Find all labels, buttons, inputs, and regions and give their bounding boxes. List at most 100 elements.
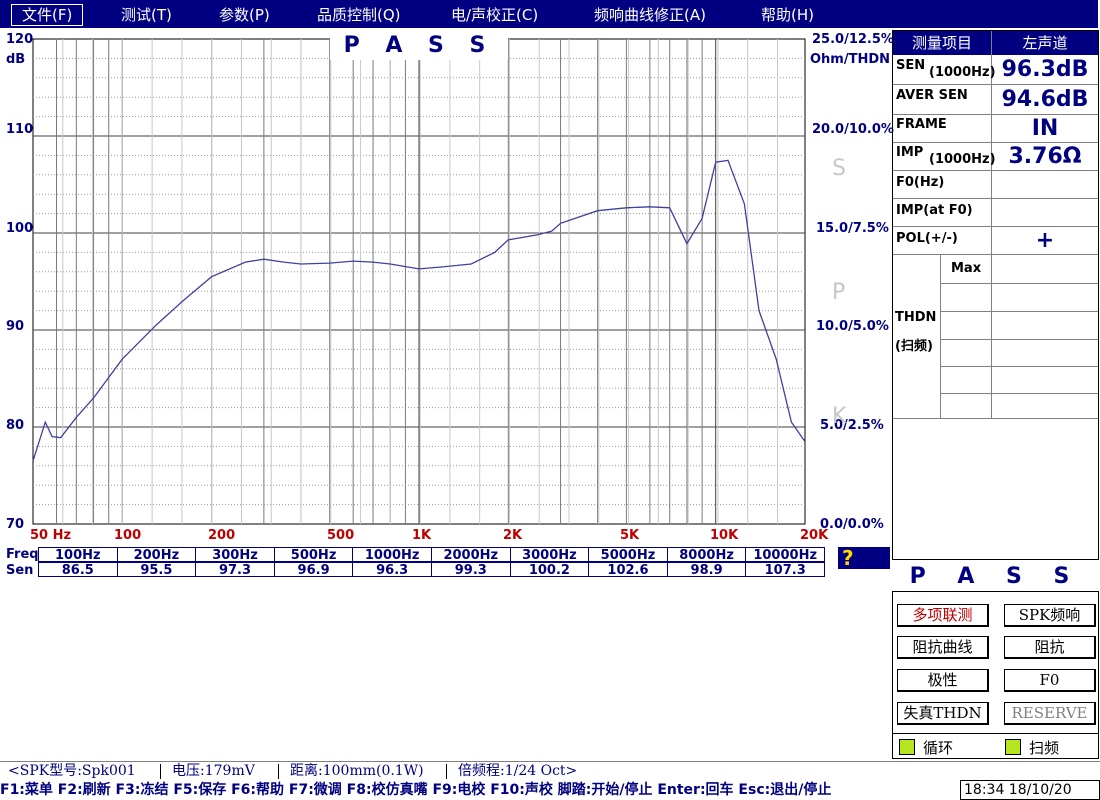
loop-toggle[interactable]: 循环 <box>899 737 953 758</box>
thdn-sweep-label: (扫频) <box>895 339 933 354</box>
sen-cell: 107.3 <box>745 562 825 578</box>
freq-cell: 8000Hz <box>666 547 747 563</box>
right-tick-5: 5.0/2.5% <box>820 418 884 433</box>
imp-sub-label: (1000Hz) <box>929 152 996 167</box>
sweep-label: 扫频 <box>1029 739 1060 757</box>
aver-sen-value: 94.6dB <box>1001 87 1089 112</box>
thdn-label: THDN <box>895 310 937 325</box>
sen-cell: 97.3 <box>195 562 275 578</box>
menu-curve-correction[interactable]: 频响曲线修正(A) <box>594 5 706 25</box>
f0-label: F0(Hz) <box>896 175 945 190</box>
freq-cell: 10000Hz <box>745 547 825 563</box>
panel-header-channel: 左声道 <box>992 31 1098 55</box>
y-tick-110: 110 <box>6 122 34 137</box>
reserve-button[interactable]: RESERVE <box>1004 702 1096 725</box>
row-imp: IMP (1000Hz) 3.76Ω <box>893 143 1098 171</box>
sen-cell: 98.9 <box>666 562 747 578</box>
thdn-button[interactable]: 失真THDN <box>897 702 989 725</box>
sen-label: SEN <box>896 58 926 73</box>
menu-test[interactable]: 测试(T) <box>121 5 172 25</box>
ghost-letter-k: K <box>832 404 847 429</box>
impedance-curve-button[interactable]: 阻抗曲线 <box>897 636 989 659</box>
impedance-button[interactable]: 阻抗 <box>1004 636 1096 659</box>
spk-response-button[interactable]: SPK频响 <box>1004 604 1096 627</box>
row-f0: F0(Hz) <box>893 171 1098 199</box>
status-octave: 倍频程:1/24 Oct> <box>458 763 578 779</box>
sweep-toggle[interactable]: 扫频 <box>1005 737 1059 758</box>
sen-cell: 100.2 <box>509 562 590 578</box>
row-sen: SEN (1000Hz) 96.3dB <box>893 55 1098 85</box>
menu-quality-control[interactable]: 品质控制(Q) <box>317 5 401 25</box>
pass-indicator: P A S S <box>330 32 508 60</box>
row-aver-sen: AVER SEN 94.6dB <box>893 85 1098 115</box>
aver-sen-label: AVER SEN <box>896 88 968 103</box>
menu-calibration[interactable]: 电/声校正(C) <box>451 5 538 25</box>
loop-checkbox[interactable] <box>899 739 915 755</box>
right-unit-label: Ohm/THDN <box>810 52 891 67</box>
function-key-hints: F1:菜单 F2:刷新 F3:冻结 F5:保存 F6:帮助 F7:微调 F8:校… <box>0 781 960 800</box>
function-button-panel: 多项联测 SPK频响 阻抗曲线 阻抗 极性 F0 失真THDN RESERVE … <box>892 591 1099 759</box>
freq-cell: 100Hz <box>38 547 118 563</box>
x-tick-100: 100 <box>114 528 142 543</box>
y-tick-70: 70 <box>6 517 25 532</box>
freq-cell: 300Hz <box>195 547 275 563</box>
x-tick-50hz: 50 Hz <box>30 528 72 543</box>
polarity-button[interactable]: 极性 <box>897 669 989 692</box>
f0-button[interactable]: F0 <box>1004 669 1096 692</box>
x-tick-5k: 5K <box>620 528 640 543</box>
sen-cell: 86.5 <box>38 562 118 578</box>
y-tick-100: 100 <box>6 221 34 236</box>
sen-cell: 99.3 <box>431 562 511 578</box>
status-model: <SPK型号:Spk001 <box>8 763 136 779</box>
y-tick-80: 80 <box>6 418 25 433</box>
status-voltage: 电压:179mV <box>172 763 255 779</box>
x-tick-2k: 2K <box>503 528 523 543</box>
freq-cell: 1000Hz <box>352 547 432 563</box>
help-button[interactable]: ? <box>838 547 890 569</box>
right-tick-20: 20.0/10.0% <box>812 122 894 137</box>
sen-cell: 102.6 <box>588 562 668 578</box>
imp-value: 3.76Ω <box>1008 144 1082 169</box>
status-distance: 距离:100mm(0.1W) <box>290 763 424 779</box>
polarity-value: + <box>1035 228 1055 253</box>
polarity-label: POL(+/-) <box>896 231 958 246</box>
right-tick-25: 25.0/12.5% <box>812 32 894 47</box>
y-unit-label: dB <box>6 52 26 67</box>
frequency-sensitivity-table: Freq Sen 100Hz 86.5 200Hz 95.5 300Hz 97.3 500H… <box>2 546 828 580</box>
sen-row-label: Sen <box>6 563 34 578</box>
x-tick-500: 500 <box>327 528 355 543</box>
thdn-section: THDN (扫频) Max <box>893 255 1098 419</box>
y-tick-120: 120 <box>6 32 34 47</box>
right-tick-0: 0.0/0.0% <box>820 517 884 532</box>
multi-test-button[interactable]: 多项联测 <box>897 604 989 627</box>
freq-cell: 5000Hz <box>588 547 668 563</box>
y-tick-90: 90 <box>6 319 25 334</box>
menu-help[interactable]: 帮助(H) <box>761 5 814 25</box>
imp-at-f0-label: IMP(at F0) <box>896 203 973 218</box>
thdn-max-label: Max <box>951 261 982 276</box>
frame-label: FRAME <box>896 117 947 132</box>
sen-cell: 96.3 <box>352 562 432 578</box>
right-tick-15: 15.0/7.5% <box>816 221 889 236</box>
frame-value: IN <box>1031 116 1059 141</box>
imp-label: IMP <box>896 145 924 160</box>
sweep-checkbox[interactable] <box>1005 739 1021 755</box>
sen-cell: 96.9 <box>273 562 354 578</box>
freq-cell: 2000Hz <box>431 547 511 563</box>
menu-params[interactable]: 参数(P) <box>219 5 270 25</box>
frequency-response-plot <box>32 38 806 525</box>
loop-label: 循环 <box>923 739 954 757</box>
ghost-letter-s: S <box>832 156 846 181</box>
freq-row-label: Freq <box>6 547 39 562</box>
x-tick-200: 200 <box>208 528 236 543</box>
measurement-panel: 测量项目 左声道 SEN (1000Hz) 96.3dB AVER SEN 94… <box>892 30 1099 560</box>
sen-cell: 95.5 <box>116 562 197 578</box>
clock: 18:34 18/10/20 <box>960 780 1100 800</box>
freq-cell: 500Hz <box>273 547 354 563</box>
sen-value: 96.3dB <box>1001 57 1089 82</box>
freq-cell: 200Hz <box>116 547 197 563</box>
menu-file[interactable]: 文件(F) <box>11 4 84 26</box>
ghost-letter-p: P <box>832 280 846 305</box>
status-bar: <SPK型号:Spk001 电压:179mV 距离:100mm(0.1W) 倍频… <box>0 761 1100 781</box>
row-imp-at-f0: IMP(at F0) <box>893 199 1098 227</box>
